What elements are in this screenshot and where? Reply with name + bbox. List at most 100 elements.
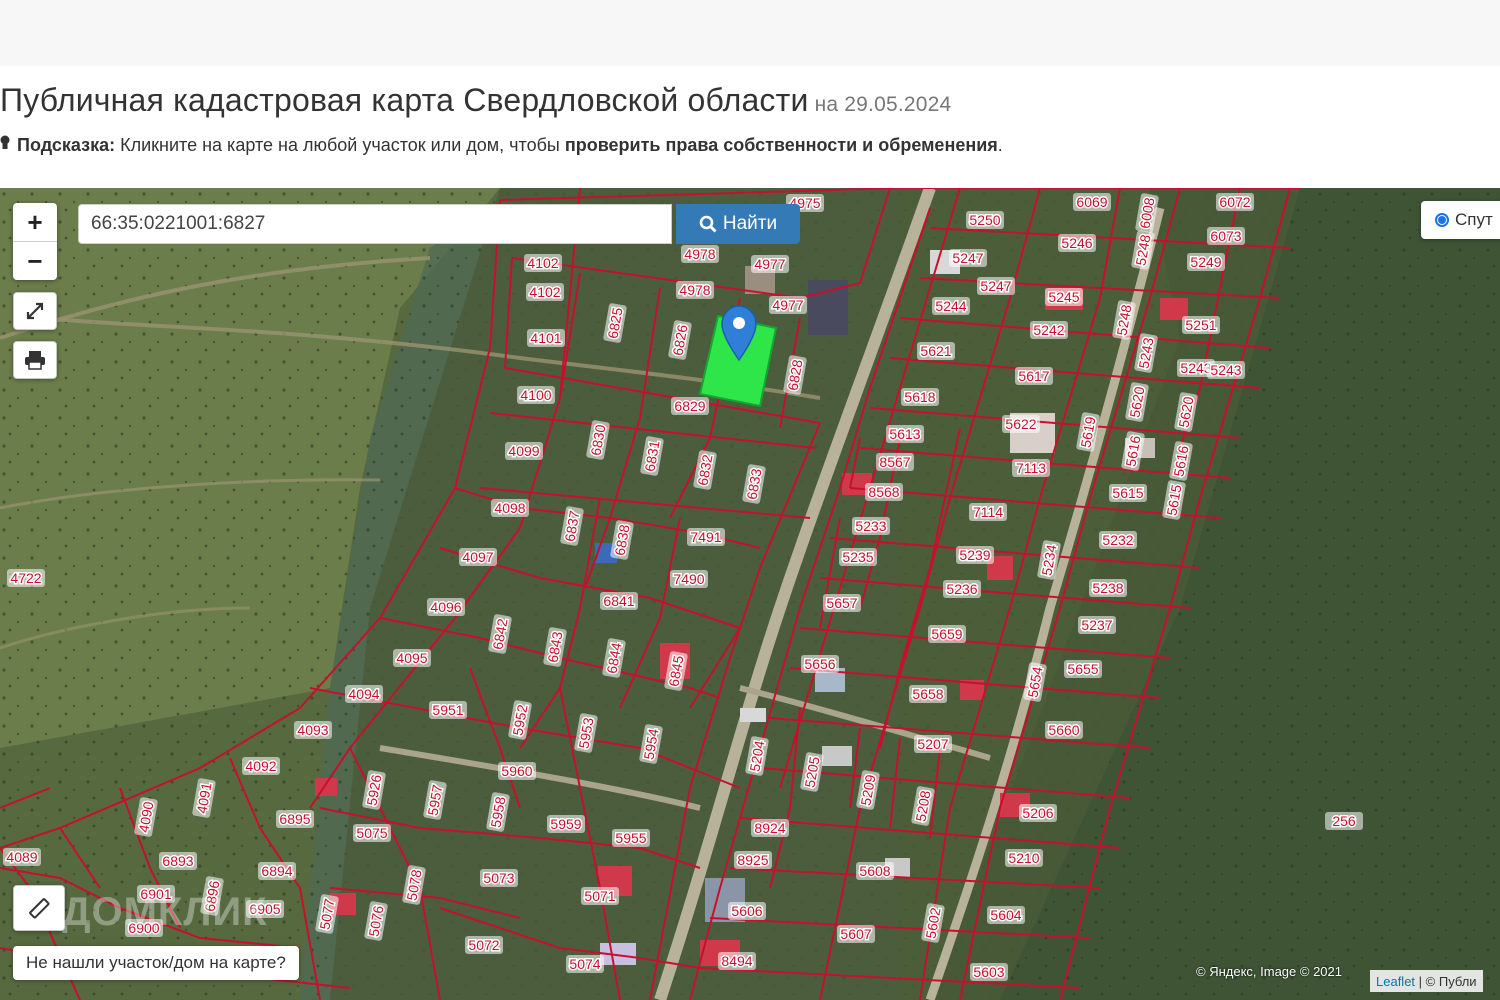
zoom-out-button[interactable]: − <box>13 242 57 280</box>
cadastral-map[interactable]: 4975 6069 6072 6073 5250 5246 6008 5248 5249 4102… <box>0 188 1500 1000</box>
parcel-label[interactable]: 5236 <box>943 580 981 599</box>
parcel-label[interactable]: 6894 <box>258 862 296 881</box>
parcel-label[interactable]: 5237 <box>1078 616 1116 635</box>
parcel-label[interactable]: 5654 <box>1023 662 1047 703</box>
parcel-label[interactable]: 5235 <box>839 548 877 567</box>
parcel-label[interactable]: 6845 <box>664 651 688 692</box>
parcel-label[interactable]: 5245 <box>1045 288 1083 307</box>
fullscreen-button[interactable] <box>13 292 57 330</box>
parcel-label[interactable]: 6842 <box>488 614 512 655</box>
parcel-label[interactable]: 7491 <box>687 528 725 547</box>
parcel-label[interactable]: 6069 <box>1073 193 1111 212</box>
parcel-boundaries[interactable]: 4975 6069 607260735250524660085248 52494102… <box>0 188 1500 1000</box>
parcel-label[interactable]: 6830 <box>586 420 610 461</box>
parcel-label[interactable]: 4096 <box>427 598 465 617</box>
parcel-label[interactable]: 4722 <box>7 569 45 588</box>
parcel-label[interactable]: 4095 <box>393 649 431 668</box>
parcel-label[interactable]: 5247 <box>977 277 1015 296</box>
parcel-label[interactable]: 4102 <box>524 254 562 273</box>
parcel-label[interactable]: 6072 <box>1216 193 1254 212</box>
parcel-label[interactable]: 8925 <box>734 851 772 870</box>
parcel-label[interactable]: 5250 <box>966 211 1004 230</box>
parcel-label[interactable]: 5238 <box>1089 579 1127 598</box>
parcel-label[interactable]: 4977 <box>751 255 789 274</box>
zoom-in-button[interactable]: + <box>13 203 57 242</box>
parcel-label[interactable]: 5204 <box>745 736 769 777</box>
parcel-label[interactable]: 4094 <box>345 685 383 704</box>
parcel-label[interactable]: 5074 <box>566 955 604 974</box>
parcel-label[interactable]: 6829 <box>671 397 709 416</box>
parcel-label[interactable]: 5248 <box>1131 230 1155 271</box>
parcel-label[interactable]: 5207 <box>914 735 952 754</box>
parcel-label[interactable]: 5617 <box>1015 367 1053 386</box>
parcel-label[interactable]: 5618 <box>901 388 939 407</box>
parcel-label[interactable]: 5957 <box>423 780 447 821</box>
parcel-label[interactable]: 5077 <box>315 894 339 935</box>
parcel-label[interactable]: 6893 <box>159 852 197 871</box>
parcel-label[interactable]: 5620 <box>1174 392 1198 433</box>
parcel-label[interactable]: 5958 <box>486 792 510 833</box>
parcel-label[interactable]: 6826 <box>668 320 692 361</box>
parcel-label[interactable]: 5615 <box>1109 484 1147 503</box>
parcel-label[interactable]: 6837 <box>560 506 584 547</box>
parcel-label[interactable]: 6073 <box>1207 227 1245 246</box>
search-button[interactable]: Найти <box>676 204 800 244</box>
parcel-label[interactable]: 7490 <box>670 570 708 589</box>
parcel-label[interactable]: 5606 <box>728 902 766 921</box>
parcel-label[interactable]: 256 <box>1325 812 1363 831</box>
parcel-label[interactable]: 6833 <box>742 464 766 505</box>
parcel-label[interactable]: 5071 <box>581 887 619 906</box>
parcel-label[interactable]: 5076 <box>364 901 388 942</box>
parcel-label[interactable]: 5251 <box>1182 316 1220 335</box>
parcel-label[interactable]: 4093 <box>294 721 332 740</box>
parcel-label[interactable]: 5955 <box>612 829 650 848</box>
parcel-label[interactable]: 4102 <box>526 283 564 302</box>
ruler-button[interactable] <box>13 885 65 931</box>
parcel-label[interactable]: 8494 <box>718 952 756 971</box>
parcel-label[interactable]: 5072 <box>465 936 503 955</box>
parcel-label[interactable]: 5655 <box>1064 660 1102 679</box>
parcel-label[interactable]: 5953 <box>574 713 598 754</box>
parcel-label[interactable]: 5206 <box>1019 804 1057 823</box>
parcel-label[interactable]: 8568 <box>865 483 903 502</box>
parcel-label[interactable]: 5248 <box>1112 300 1136 341</box>
parcel-label[interactable]: 4089 <box>3 848 41 867</box>
parcel-label[interactable]: 7114 <box>969 503 1007 522</box>
parcel-label[interactable]: 5073 <box>480 869 518 888</box>
parcel-label[interactable]: 5951 <box>429 701 467 720</box>
parcel-label[interactable]: 6841 <box>600 592 638 611</box>
parcel-label[interactable]: 5244 <box>932 297 970 316</box>
parcel-label[interactable]: 8567 <box>876 453 914 472</box>
parcel-label[interactable]: 6831 <box>640 436 664 477</box>
parcel-label[interactable]: 6008 <box>1135 193 1159 234</box>
parcel-label[interactable]: 5075 <box>353 824 391 843</box>
parcel-label[interactable]: 5604 <box>987 906 1025 925</box>
parcel-label[interactable]: 5247 <box>949 249 987 268</box>
parcel-label[interactable]: 4092 <box>242 757 280 776</box>
parcel-label[interactable]: 5249 <box>1187 253 1225 272</box>
parcel-label[interactable]: 4101 <box>527 329 565 348</box>
parcel-label[interactable]: 5232 <box>1099 531 1137 550</box>
parcel-label[interactable]: 4978 <box>676 281 714 300</box>
parcel-label[interactable]: 5210 <box>1005 849 1043 868</box>
parcel-label[interactable]: 6828 <box>783 355 807 396</box>
parcel-label[interactable]: 5656 <box>801 655 839 674</box>
layer-switcher[interactable]: Спут <box>1421 201 1500 239</box>
parcel-label[interactable]: 5659 <box>928 625 966 644</box>
parcel-label[interactable]: 4099 <box>505 442 543 461</box>
parcel-label[interactable]: 7113 <box>1012 459 1050 478</box>
satellite-radio[interactable] <box>1435 213 1449 227</box>
parcel-label[interactable]: 6895 <box>276 810 314 829</box>
parcel-label[interactable]: 6843 <box>543 627 567 668</box>
parcel-label[interactable]: 5205 <box>800 752 824 793</box>
parcel-label[interactable]: 5621 <box>917 342 955 361</box>
parcel-label[interactable]: 6838 <box>610 520 634 561</box>
parcel-label[interactable]: 5959 <box>547 815 585 834</box>
parcel-label[interactable]: 5613 <box>886 425 924 444</box>
parcel-label[interactable]: 5619 <box>1076 412 1100 453</box>
parcel-label[interactable]: 5239 <box>956 546 994 565</box>
parcel-label[interactable]: 5608 <box>856 862 894 881</box>
parcel-label[interactable]: 5246 <box>1058 234 1096 253</box>
parcel-label[interactable]: 4100 <box>517 386 555 405</box>
print-button[interactable] <box>13 341 57 379</box>
